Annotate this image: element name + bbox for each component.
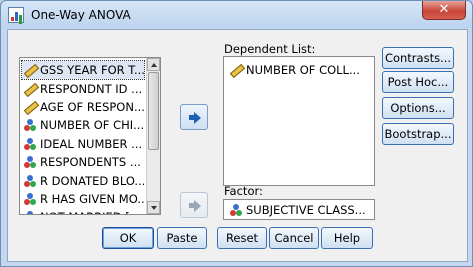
- dependent-variable-label: NUMBER OF COLL...: [246, 63, 360, 78]
- scale-ruler-icon: [22, 81, 40, 97]
- dependent-list-rows: NUMBER OF COLL...: [224, 57, 374, 79]
- variable-list-item[interactable]: NOT MARRIED [a...: [22, 208, 144, 214]
- variable-list-scrollbar[interactable]: [146, 58, 160, 214]
- nominal-balls-icon: [22, 154, 40, 170]
- right-arrow-icon: [189, 200, 201, 212]
- dialog-window: One-Way ANOVA ✕ GSS YEAR FOR T... RESPOND…: [0, 0, 473, 267]
- variable-list-item[interactable]: RESPONDENTS ...: [22, 153, 144, 171]
- bootstrap-button[interactable]: Bootstrap...: [382, 123, 454, 145]
- variable-list-item[interactable]: NUMBER OF CHI...: [22, 116, 144, 134]
- spss-chart-icon: [8, 7, 24, 23]
- post-hoc-button[interactable]: Post Hoc...: [382, 71, 454, 93]
- scroll-thumb[interactable]: [148, 72, 159, 150]
- move-to-factor-button[interactable]: [180, 192, 208, 218]
- variable-label: RESPONDNT ID ...: [40, 81, 143, 96]
- scale-ruler-icon: [228, 62, 246, 78]
- nominal-balls-icon: [22, 136, 40, 152]
- nominal-balls-icon: [22, 173, 40, 189]
- variable-label: R DONATED BLO...: [40, 173, 144, 188]
- dependent-list-box[interactable]: NUMBER OF COLL...: [223, 56, 375, 186]
- nominal-balls-icon: [22, 117, 40, 133]
- variable-label: NOT MARRIED [a...: [40, 210, 144, 214]
- scroll-down-arrow-icon[interactable]: [147, 201, 160, 214]
- ok-button[interactable]: OK: [102, 227, 154, 249]
- scale-ruler-icon: [22, 99, 40, 115]
- variable-label: RESPONDENTS ...: [40, 155, 141, 170]
- variable-list-item[interactable]: IDEAL NUMBER ...: [22, 135, 144, 153]
- factor-variable: SUBJECTIVE CLASS...: [224, 200, 374, 219]
- dialog-body: GSS YEAR FOR T... RESPONDNT ID ... AGE OF …: [7, 29, 468, 262]
- move-to-dependent-button[interactable]: [180, 104, 208, 130]
- variable-label: R HAS GIVEN MO...: [40, 191, 144, 206]
- right-arrow-icon: [189, 112, 201, 124]
- scroll-up-arrow-icon[interactable]: [147, 58, 160, 71]
- dependent-list-label-text: Dependent List:: [224, 42, 316, 56]
- factor-field[interactable]: SUBJECTIVE CLASS...: [223, 199, 375, 220]
- factor-label: Factor:: [224, 184, 263, 198]
- nominal-balls-icon: [22, 191, 40, 207]
- variable-list-item[interactable]: GSS YEAR FOR T...: [21, 59, 145, 81]
- title-bar: One-Way ANOVA ✕: [1, 1, 472, 28]
- dependent-list-item[interactable]: NUMBER OF COLL...: [224, 61, 374, 79]
- help-button[interactable]: Help: [321, 227, 373, 249]
- factor-label-text: Factor:: [224, 184, 263, 198]
- options-button[interactable]: Options...: [382, 97, 454, 119]
- nominal-balls-icon: [22, 209, 40, 214]
- nominal-balls-icon: [228, 202, 246, 218]
- paste-button[interactable]: Paste: [157, 227, 207, 249]
- variable-list-rows: GSS YEAR FOR T... RESPONDNT ID ... AGE OF …: [21, 59, 145, 214]
- scale-ruler-icon: [22, 62, 40, 78]
- close-button[interactable]: ✕: [422, 1, 466, 20]
- variable-label: GSS YEAR FOR T...: [40, 63, 144, 78]
- variable-list-item[interactable]: R HAS GIVEN MO...: [22, 190, 144, 208]
- variable-list-item[interactable]: AGE OF RESPON...: [22, 98, 144, 116]
- variable-list[interactable]: GSS YEAR FOR T... RESPONDNT ID ... AGE OF …: [19, 57, 161, 215]
- variable-list-item[interactable]: RESPONDNT ID ...: [22, 79, 144, 97]
- variable-label: IDEAL NUMBER ...: [40, 136, 143, 151]
- dependent-list-label: Dependent List:: [224, 42, 315, 56]
- reset-button[interactable]: Reset: [217, 227, 267, 249]
- factor-value: SUBJECTIVE CLASS...: [246, 202, 366, 217]
- window-title: One-Way ANOVA: [31, 8, 131, 22]
- variable-label: NUMBER OF CHI...: [40, 118, 144, 133]
- cancel-button[interactable]: Cancel: [269, 227, 319, 249]
- contrasts-button[interactable]: Contrasts...: [382, 47, 454, 69]
- variable-list-item[interactable]: R DONATED BLO...: [22, 171, 144, 189]
- variable-label: AGE OF RESPON...: [40, 99, 144, 114]
